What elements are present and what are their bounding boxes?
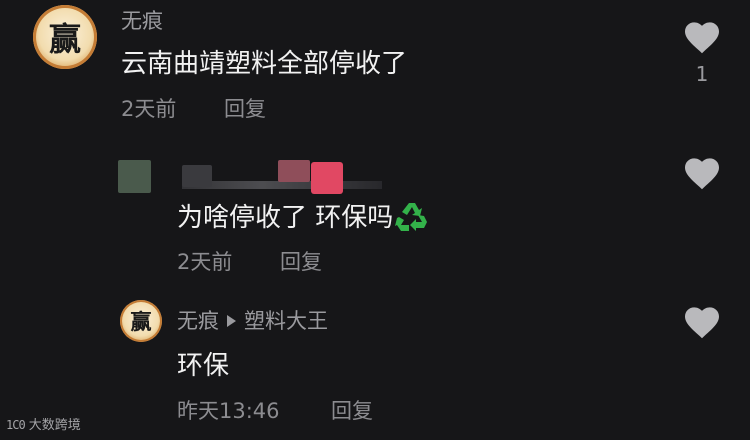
comment-text: 环保 <box>177 351 230 381</box>
like-heart-icon[interactable] <box>683 156 721 190</box>
like-count: 1 <box>695 62 709 86</box>
recycle-icon <box>395 201 429 236</box>
avatar[interactable]: 赢 <box>33 5 97 69</box>
comment-text-row: 为啥停收了 环保吗 <box>177 201 429 236</box>
watermark-text: 大数跨境 <box>28 418 81 433</box>
avatar[interactable]: 赢 <box>120 300 162 342</box>
obscured-username-block <box>311 162 343 194</box>
comment-date: 昨天13:46 <box>177 399 280 423</box>
obscured-username-block <box>278 160 310 182</box>
watermark-logo: 1C0 <box>6 418 26 432</box>
reply-header: 无痕 塑料大王 <box>177 311 328 332</box>
comment-text: 为啥停收了 环保吗 <box>177 203 394 233</box>
obscured-username-block <box>182 165 212 187</box>
reply-arrow-icon <box>227 315 236 327</box>
like-heart-icon[interactable] <box>683 305 721 339</box>
comment-date: 2天前 <box>177 250 233 274</box>
comment-text: 云南曲靖塑料全部停收了 <box>121 49 408 79</box>
comment-date: 2天前 <box>121 97 177 121</box>
avatar-glyph: 赢 <box>48 20 81 58</box>
reply-button[interactable]: 回复 <box>224 99 266 120</box>
reply-to-username[interactable]: 塑料大王 <box>244 309 328 333</box>
obscured-username <box>182 181 382 189</box>
avatar[interactable] <box>118 160 151 193</box>
comment-username[interactable]: 无痕 <box>121 11 163 32</box>
comment-username[interactable]: 无痕 <box>177 309 219 333</box>
watermark: 1C0 大数跨境 <box>6 414 81 433</box>
like-heart-icon[interactable] <box>683 20 721 54</box>
reply-button[interactable]: 回复 <box>280 252 322 273</box>
avatar-glyph: 赢 <box>130 309 152 334</box>
reply-button[interactable]: 回复 <box>331 401 373 422</box>
